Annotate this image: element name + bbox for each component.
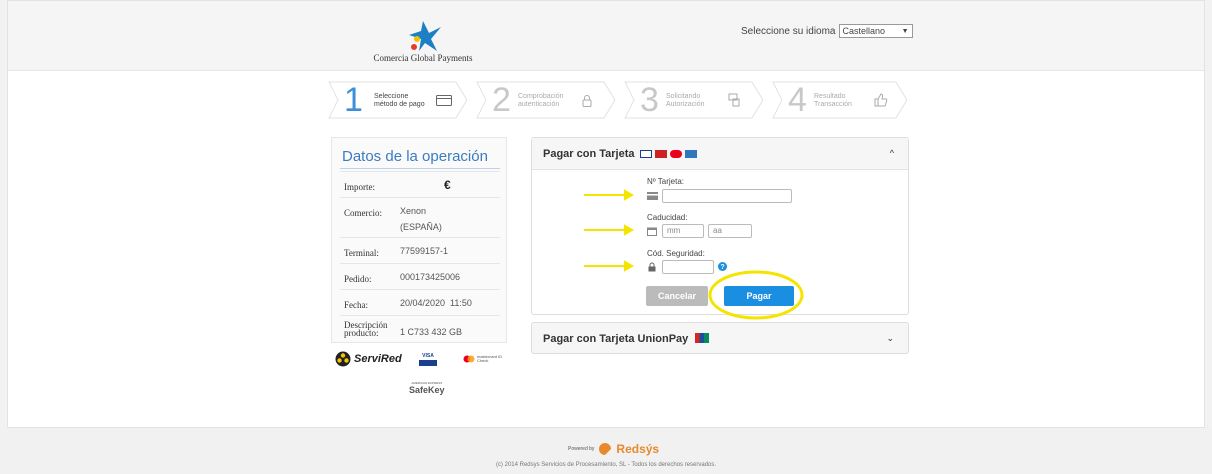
unionpay-panel[interactable]: Pagar con Tarjeta UnionPay ⌄ <box>531 322 909 354</box>
powered-by-label: Powered by <box>568 446 595 452</box>
chevron-down-icon[interactable]: ⌄ <box>886 333 894 344</box>
redsys-brand: Redsýs <box>616 442 660 456</box>
yellow-arrow-icon <box>584 189 635 201</box>
unionpay-title: Pagar con Tarjeta UnionPay <box>543 333 689 345</box>
highlight-ellipse <box>708 270 804 320</box>
yellow-arrow-icon <box>584 260 635 272</box>
redsys-icon <box>599 443 612 455</box>
page-frame: Comercia Global Payments Seleccione su i… <box>7 0 1205 428</box>
annotation-overlay <box>584 189 804 320</box>
yellow-arrow-icon <box>584 224 635 236</box>
powered-by: Powered by Redsýs <box>568 442 659 456</box>
copyright: (c) 2014 Redsys Servicios de Procesamien… <box>495 462 717 468</box>
unionpay-icon <box>695 333 709 343</box>
footer: Powered by Redsýs (c) 2014 Redsys Servic… <box>0 428 1212 474</box>
